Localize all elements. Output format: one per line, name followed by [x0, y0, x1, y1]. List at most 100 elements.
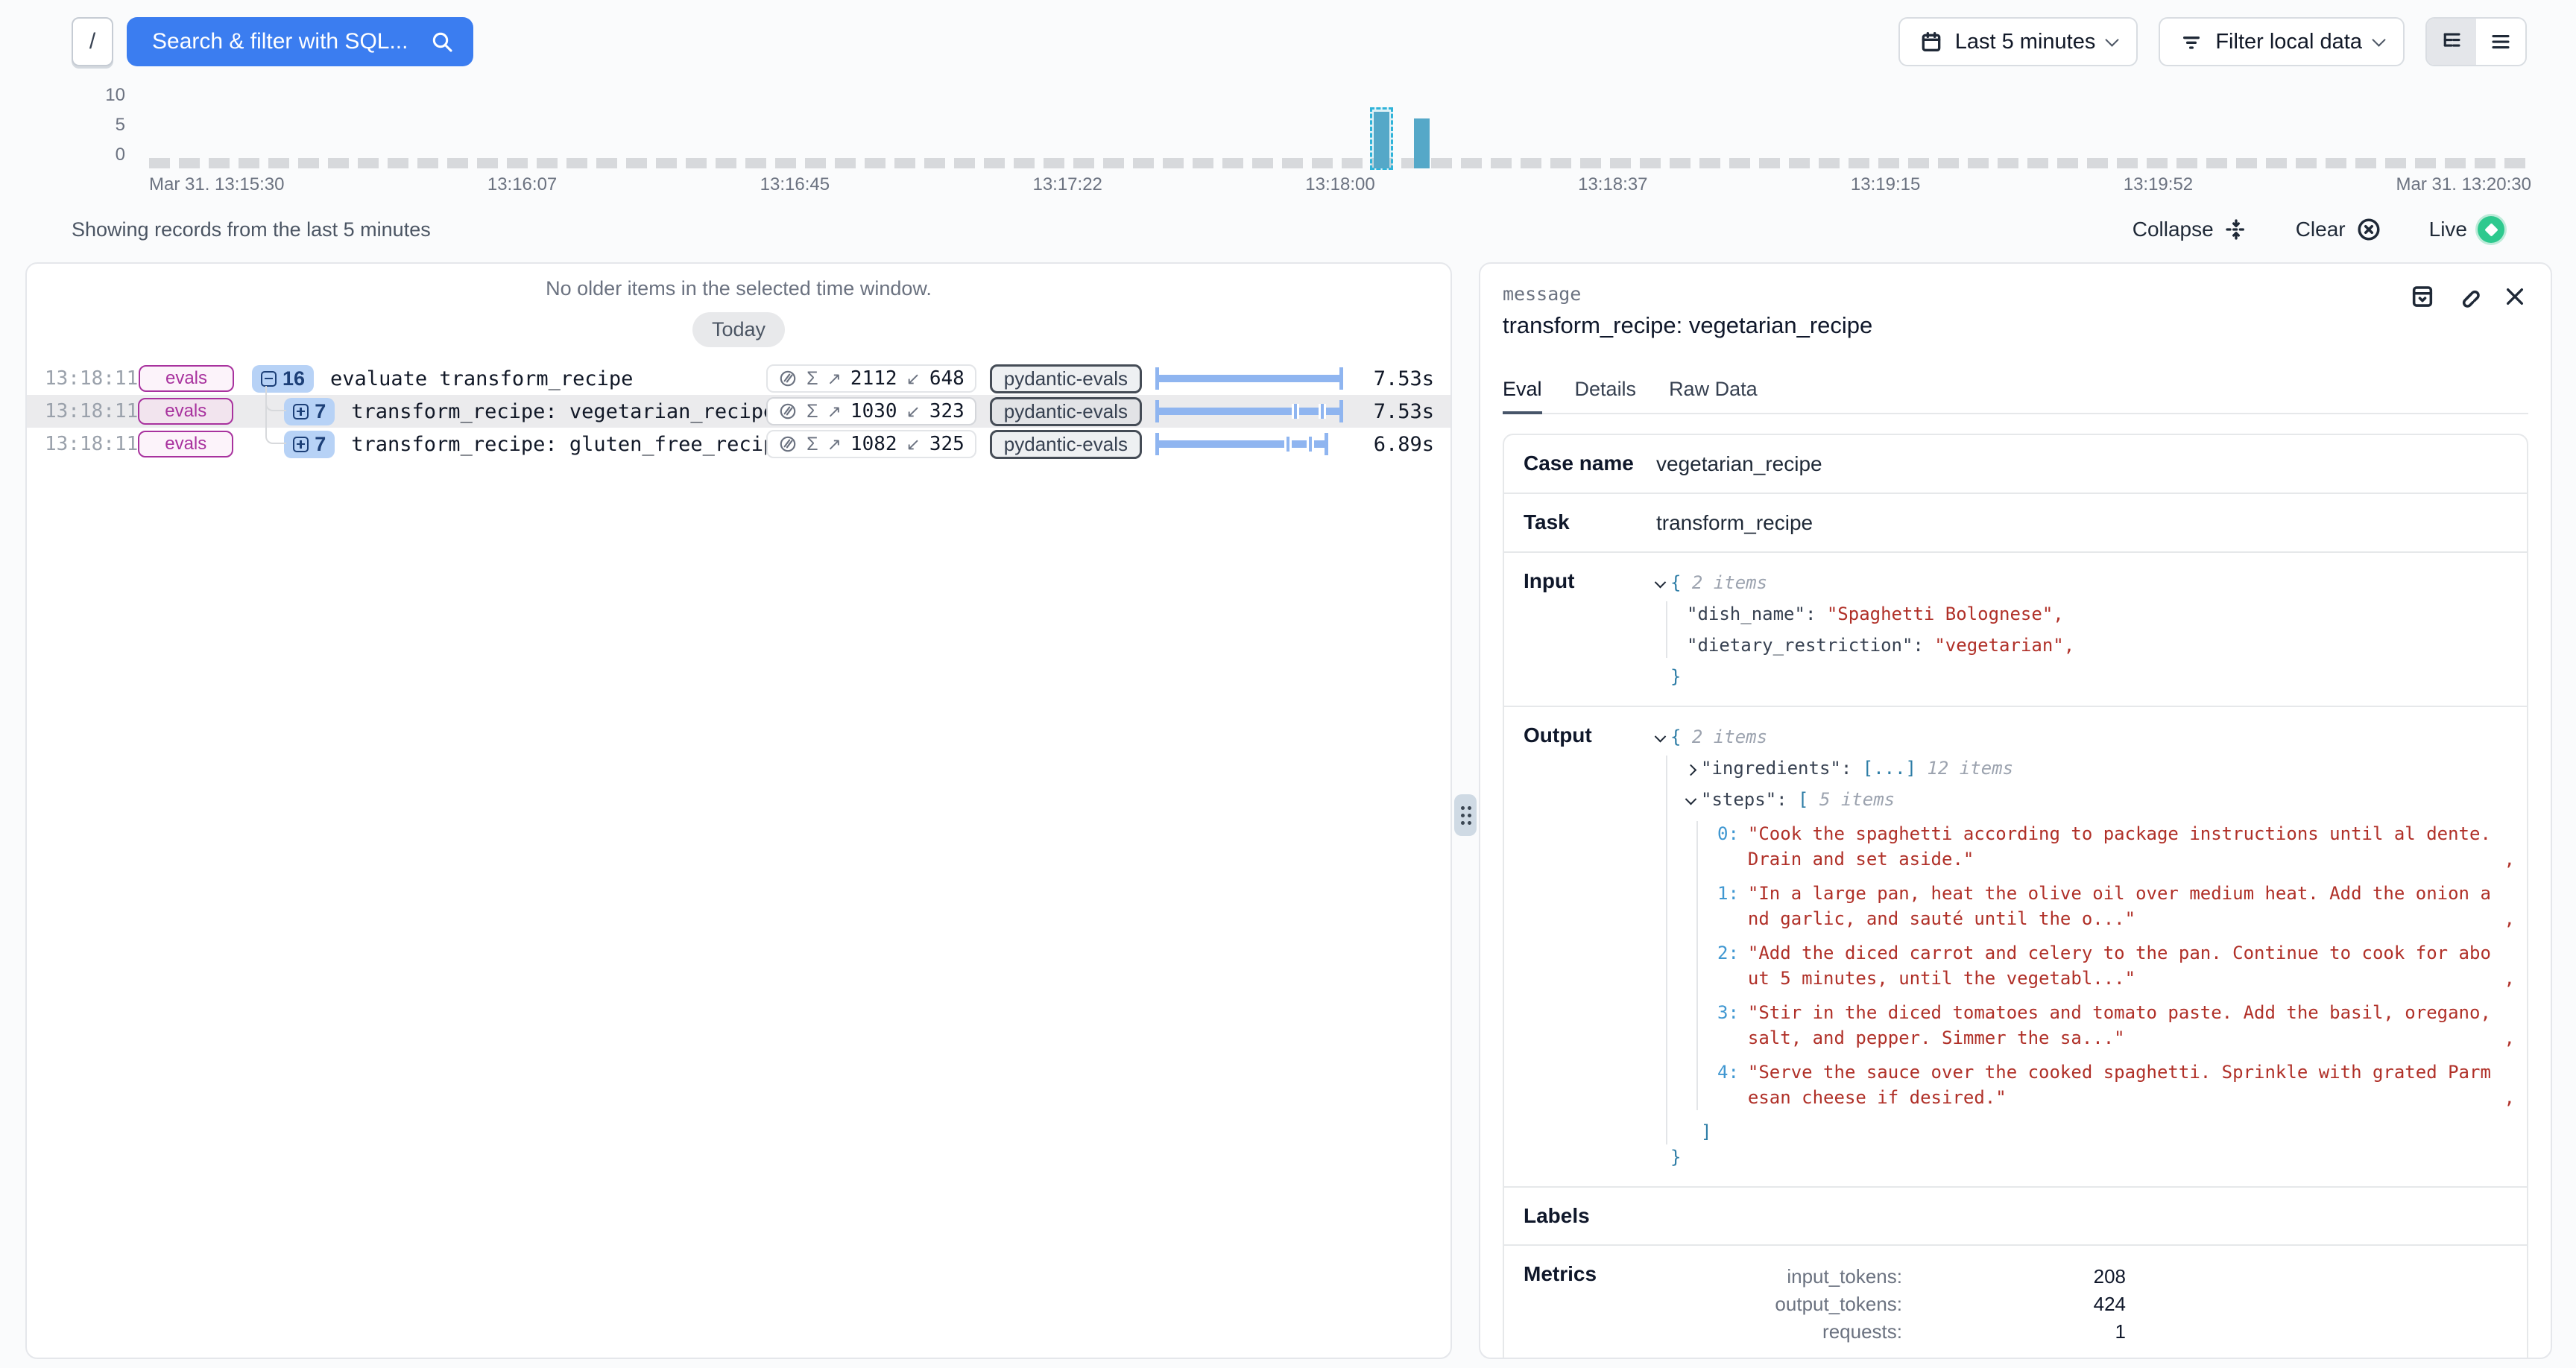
step-item: 0:"Cook the spaghetti according to packa… — [1717, 821, 2519, 872]
sigma-icon: Σ — [806, 401, 818, 422]
steps-row[interactable]: "steps": [ 5 items — [1687, 787, 2519, 812]
task-label: Task — [1524, 510, 1656, 535]
x-tick: 13:18:37 — [1578, 174, 1647, 195]
ingredients-row[interactable]: "ingredients": [...] 12 items — [1687, 756, 2519, 781]
input-token-count: 2112 — [850, 367, 897, 390]
metric-value: 1 — [1902, 1318, 2126, 1346]
metric-name: requests: — [1656, 1318, 1902, 1346]
histogram-bar[interactable] — [1374, 112, 1389, 168]
service-tag[interactable]: pydantic-evals — [990, 364, 1142, 393]
record-kind-label: message — [1503, 283, 2528, 305]
sigma-icon: Σ — [806, 368, 818, 390]
x-tick: 13:16:45 — [760, 174, 830, 195]
output-token-count: 323 — [929, 400, 965, 422]
top-bar: / Search & filter with SQL... Last 5 min… — [0, 0, 2576, 83]
close-panel-button[interactable] — [2501, 283, 2528, 310]
live-label: Live — [2429, 218, 2467, 241]
span-name: evaluate transform_recipe — [330, 367, 633, 390]
filter-local-data-dropdown[interactable]: Filter local data — [2159, 17, 2405, 66]
y-tick-0: 0 — [116, 145, 125, 165]
filter-label: Filter local data — [2215, 30, 2362, 54]
token-usage-pill[interactable]: Σ ↗1082 ↙325 — [766, 430, 976, 458]
close-icon — [2503, 285, 2527, 308]
trace-row-vegetarian[interactable]: 13:18:11 evals 7 transform_recipe: veget… — [27, 395, 1450, 428]
expand-caret-icon[interactable] — [1685, 764, 1697, 776]
chevron-down-icon — [2106, 33, 2119, 46]
metrics-label: Metrics — [1524, 1262, 1656, 1346]
calendar-icon — [1919, 30, 1943, 54]
detail-tabs: Eval Details Raw Data — [1503, 378, 2528, 414]
x-tick: Mar 31. 13:15:30 — [149, 174, 284, 195]
resize-handle[interactable] — [1454, 794, 1477, 836]
chevron-down-icon — [2372, 33, 2385, 46]
collapse-caret-icon[interactable] — [1655, 731, 1667, 743]
collapse-caret-icon[interactable] — [1685, 794, 1697, 805]
x-tick: 13:18:00 — [1305, 174, 1374, 195]
clear-label: Clear — [2296, 218, 2346, 241]
tab-eval[interactable]: Eval — [1503, 378, 1542, 414]
metrics-table: input_tokens:208 output_tokens:424 reque… — [1656, 1262, 2519, 1346]
tab-raw-data[interactable]: Raw Data — [1669, 378, 1758, 413]
duration-bar — [1155, 400, 1343, 422]
step-item: 1:"In a large pan, heat the olive oil ov… — [1717, 881, 2519, 931]
time-range-label: Last 5 minutes — [1955, 30, 2096, 54]
row-timestamp: 13:18:11 — [45, 367, 139, 390]
service-tag[interactable]: pydantic-evals — [990, 397, 1142, 426]
task-section: Task transform_recipe — [1504, 493, 2527, 551]
evals-tag[interactable]: evals — [138, 431, 233, 457]
collapse-caret-icon[interactable] — [1655, 577, 1667, 589]
evals-tag[interactable]: evals — [139, 365, 234, 392]
x-tick: 13:17:22 — [1032, 174, 1102, 195]
duration-text: 6.89s — [1357, 433, 1434, 456]
token-usage-pill[interactable]: Σ ↗2112 ↙648 — [766, 364, 976, 393]
clear-button[interactable]: Clear — [2296, 217, 2381, 242]
output-token-count: 325 — [929, 433, 965, 455]
eval-sections: Case name vegetarian_recipe Task transfo… — [1503, 434, 2528, 1359]
span-count-badge-expand[interactable]: 7 — [284, 398, 335, 425]
timeline-y-axis: 10 5 0 — [67, 94, 136, 168]
y-tick-5: 5 — [116, 115, 125, 136]
search-button[interactable]: Search & filter with SQL... — [127, 17, 473, 66]
span-count: 7 — [315, 433, 326, 456]
collapse-button[interactable]: Collapse — [2133, 218, 2248, 241]
x-tick: Mar 31. 13:20:30 — [2396, 174, 2531, 195]
list-view-button[interactable] — [2476, 19, 2525, 65]
minus-square-icon — [261, 371, 277, 387]
step-item: 4:"Serve the sauce over the cooked spagh… — [1717, 1060, 2519, 1110]
arrow-up-right-icon: ↗ — [827, 402, 842, 422]
collapse-label: Collapse — [2133, 218, 2214, 241]
output-label: Output — [1524, 723, 1656, 1170]
span-count: 7 — [315, 400, 326, 423]
trace-row-gluten-free[interactable]: 13:18:11 evals 7 transform_recipe: glute… — [27, 428, 1450, 460]
link-icon — [2456, 284, 2481, 309]
duration-text: 7.53s — [1357, 400, 1434, 423]
input-label: Input — [1524, 569, 1656, 689]
metric-name: input_tokens: — [1656, 1263, 1902, 1291]
tree-view-button[interactable] — [2427, 19, 2476, 65]
row-timestamp: 13:18:11 — [45, 433, 138, 455]
labels-empty — [1656, 1204, 2519, 1228]
dock-panel-button[interactable] — [2409, 283, 2436, 310]
input-token-count: 1082 — [850, 433, 897, 455]
trace-row-evaluate[interactable]: 13:18:11 evals 16 evaluate transform_rec… — [27, 362, 1450, 395]
timeline-x-axis: Mar 31. 13:15:30 13:16:07 13:16:45 13:17… — [149, 174, 2531, 195]
search-button-label: Search & filter with SQL... — [152, 29, 408, 54]
labels-section: Labels — [1504, 1186, 2527, 1244]
timeline-bucket-strip — [149, 158, 2531, 168]
histogram-bar[interactable] — [1414, 118, 1430, 168]
duration-bar — [1155, 367, 1343, 390]
evals-tag[interactable]: evals — [138, 398, 233, 425]
labels-label: Labels — [1524, 1204, 1656, 1228]
time-range-dropdown[interactable]: Last 5 minutes — [1898, 17, 2138, 66]
copy-link-button[interactable] — [2455, 283, 2482, 310]
token-usage-pill[interactable]: Σ ↗1030 ↙323 — [766, 397, 976, 425]
x-tick: 13:19:15 — [1851, 174, 1920, 195]
slash-key-label: / — [89, 29, 95, 54]
token-coin-icon — [778, 434, 798, 454]
span-name: transform_recipe: vegetarian_recipe — [351, 400, 766, 423]
service-tag[interactable]: pydantic-evals — [990, 430, 1142, 459]
live-toggle[interactable]: Live — [2429, 216, 2504, 243]
tab-details[interactable]: Details — [1575, 378, 1637, 413]
span-count-badge-expand[interactable]: 7 — [284, 431, 335, 458]
arrow-down-left-icon: ↙ — [906, 369, 921, 389]
